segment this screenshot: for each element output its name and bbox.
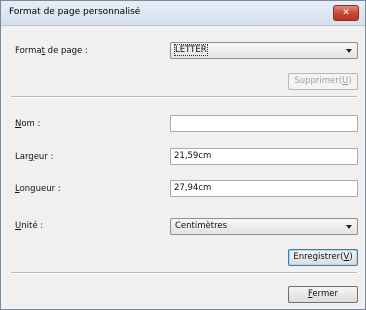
unit-value: Centimètres [175, 221, 228, 231]
length-field[interactable]: 27,94cm [170, 180, 358, 197]
close-icon: ✕ [342, 8, 350, 18]
page-format-value: LETTER [174, 44, 208, 56]
chevron-down-icon [346, 49, 352, 53]
chevron-down-icon [346, 225, 352, 229]
close-window-button[interactable]: ✕ [333, 5, 359, 21]
separator-bottom [11, 272, 357, 274]
name-field[interactable] [170, 115, 358, 132]
dialog-window: Format de page personnalisé ✕ Format de … [0, 0, 366, 310]
separator-top [11, 96, 357, 98]
delete-button[interactable]: Supprimer(U) [288, 73, 358, 90]
title-bar[interactable]: Format de page personnalisé ✕ [1, 1, 365, 26]
unit-select[interactable]: Centimètres [170, 218, 358, 235]
name-label: Nom : [15, 119, 41, 129]
page-format-label: Format de page : [15, 46, 88, 56]
save-button[interactable]: Enregistrer(V) [288, 249, 358, 266]
window-title: Format de page personnalisé [9, 7, 141, 17]
close-button[interactable]: Fermer [288, 286, 358, 303]
length-label: Longueur : [15, 184, 61, 194]
width-field[interactable]: 21,59cm [170, 148, 358, 165]
width-label: Largeur : [15, 152, 54, 162]
page-format-select[interactable]: LETTER [170, 42, 358, 59]
unit-label: Unité : [15, 221, 44, 231]
